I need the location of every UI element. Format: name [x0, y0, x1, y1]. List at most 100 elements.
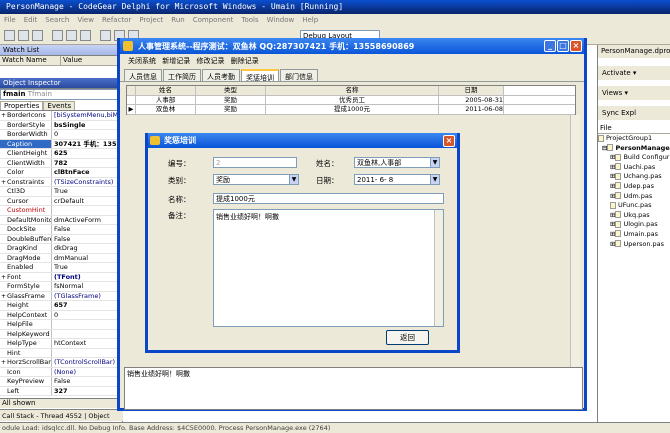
property-row[interactable]: FormStyle fsNormal: [0, 282, 122, 292]
open-project-icon[interactable]: [52, 30, 63, 41]
tree-file-item[interactable]: ⊞ Umain.pas: [610, 230, 670, 240]
property-row[interactable]: Cursor crDefault: [0, 196, 122, 206]
table-row[interactable]: ▶ 双鱼林 奖励 提成1000元 2011-06-08: [127, 105, 575, 115]
property-row[interactable]: CustomHint: [0, 206, 122, 216]
maximize-icon[interactable]: □: [557, 40, 569, 52]
property-row[interactable]: Constraints(TSizeConstraints): [0, 177, 122, 187]
tree-project-group[interactable]: ProjectGroup1: [598, 134, 670, 144]
tab-events[interactable]: Events: [43, 101, 76, 110]
tab-reward-training[interactable]: 奖惩培训: [241, 69, 279, 82]
menu-help[interactable]: Help: [298, 14, 322, 24]
close-icon[interactable]: ×: [570, 40, 582, 52]
property-value[interactable]: 327: [52, 387, 122, 396]
property-value[interactable]: 782: [52, 159, 122, 168]
dialog-close-icon[interactable]: ×: [443, 135, 455, 147]
property-value[interactable]: dkDrag: [52, 244, 122, 253]
component-selector[interactable]: fmain Tfmain: [0, 89, 122, 100]
property-value[interactable]: 625: [52, 149, 122, 158]
menu-add-record[interactable]: 新增记录: [162, 57, 190, 65]
property-value[interactable]: 0: [52, 311, 122, 320]
open-icon[interactable]: [18, 30, 29, 41]
property-value[interactable]: htContext: [52, 339, 122, 348]
menu-window[interactable]: Window: [263, 14, 299, 24]
property-value[interactable]: [52, 330, 122, 339]
property-row[interactable]: DragMode dmManual: [0, 253, 122, 263]
watch-name-column[interactable]: Watch Name: [0, 56, 61, 65]
property-row[interactable]: HorzScrollBar(TControlScrollBar): [0, 358, 122, 368]
property-value[interactable]: 307421 手机：1355: [52, 140, 122, 149]
property-value[interactable]: False: [52, 377, 122, 386]
minimize-icon[interactable]: _: [544, 40, 556, 52]
property-row[interactable]: KeyPreview False: [0, 377, 122, 387]
grid-header-date[interactable]: 日期: [439, 86, 504, 95]
property-row[interactable]: HelpType htContext: [0, 339, 122, 349]
property-value[interactable]: (None): [52, 368, 122, 377]
tree-file-item[interactable]: ⊞ Uperson.pas: [610, 240, 670, 250]
property-row[interactable]: DoubleBufferedFalse: [0, 234, 122, 244]
property-row[interactable]: Left 327: [0, 386, 122, 396]
run-icon[interactable]: [100, 30, 111, 41]
tab-department[interactable]: 部门信息: [280, 69, 318, 81]
chevron-down-icon[interactable]: ▼: [430, 158, 439, 167]
menu-close-system[interactable]: 关闭系统: [128, 57, 156, 65]
new-icon[interactable]: [4, 30, 15, 41]
menu-file[interactable]: File: [0, 14, 20, 24]
property-row[interactable]: DefaultMonitor dmActiveForm: [0, 215, 122, 225]
menu-search[interactable]: Search: [41, 14, 73, 24]
property-row[interactable]: BorderStyle bsSingle: [0, 120, 122, 130]
menu-run[interactable]: Run: [167, 14, 188, 24]
property-row[interactable]: Color clBtnFace: [0, 168, 122, 178]
vertical-scrollbar[interactable]: [570, 115, 580, 367]
tab-person-info[interactable]: 人员信息: [124, 69, 162, 81]
id-field[interactable]: 2: [213, 157, 297, 168]
add-file-icon[interactable]: [66, 30, 77, 41]
date-picker[interactable]: 2011- 6- 8 ▼: [354, 174, 440, 185]
property-value[interactable]: bsSingle: [52, 121, 122, 130]
property-row[interactable]: GlassFrame(TGlassFrame): [0, 291, 122, 301]
menu-delete-record[interactable]: 删除记录: [231, 57, 259, 65]
property-row[interactable]: Icon (None): [0, 367, 122, 377]
type-select[interactable]: 奖励 ▼: [213, 174, 299, 185]
tab-work-resume[interactable]: 工作简历: [163, 69, 201, 81]
property-row[interactable]: HelpFile: [0, 320, 122, 330]
property-value[interactable]: 657: [52, 301, 122, 310]
property-value[interactable]: (TSizeConstraints): [52, 178, 122, 187]
property-row[interactable]: Caption 307421 手机：1355: [0, 139, 122, 149]
property-row[interactable]: HelpKeyword: [0, 329, 122, 339]
watch-value-column[interactable]: Value: [61, 56, 122, 65]
callstack-tab[interactable]: Call Stack - Thread 4552 | Object: [0, 409, 123, 421]
property-value[interactable]: [52, 206, 122, 215]
tree-file-item[interactable]: ⊞ Uachi.pas: [610, 163, 670, 173]
activate-button[interactable]: Activate ▾: [598, 66, 670, 80]
grid-header-type[interactable]: 类型: [196, 86, 266, 95]
property-value[interactable]: False: [52, 235, 122, 244]
property-row[interactable]: BorderWidth 0: [0, 130, 122, 140]
property-row[interactable]: Enabled True: [0, 263, 122, 273]
title-field[interactable]: 提成1000元: [213, 193, 444, 204]
chevron-down-icon[interactable]: ▼: [430, 175, 439, 184]
menu-tools[interactable]: Tools: [237, 14, 262, 24]
property-row[interactable]: ClientWidth 782: [0, 158, 122, 168]
chevron-down-icon[interactable]: ▼: [289, 175, 298, 184]
tree-file-item[interactable]: ⊞ Ulogin.pas: [610, 220, 670, 230]
property-value[interactable]: [biSystemMenu,biMinim: [52, 111, 122, 120]
note-field[interactable]: 销售业绩好啊！啊撒: [213, 209, 444, 327]
menu-view[interactable]: View: [73, 14, 98, 24]
tree-file-item[interactable]: ⊞ Udep.pas: [610, 182, 670, 192]
property-row[interactable]: DragKind dkDrag: [0, 244, 122, 254]
object-tab[interactable]: Object: [88, 412, 109, 420]
property-value[interactable]: crDefault: [52, 197, 122, 206]
menu-edit-record[interactable]: 修改记录: [196, 57, 224, 65]
property-value[interactable]: [52, 349, 122, 358]
tree-file-item[interactable]: ⊞ Build Configur: [610, 153, 670, 163]
menu-component[interactable]: Component: [189, 14, 238, 24]
property-value[interactable]: (TGlassFrame): [52, 292, 122, 301]
menu-edit[interactable]: Edit: [20, 14, 42, 24]
remove-file-icon[interactable]: [80, 30, 91, 41]
project-tab[interactable]: PersonManage.dpro: [598, 45, 670, 58]
property-value[interactable]: dmManual: [52, 254, 122, 263]
tree-file-item[interactable]: ⊞ Uchang.pas: [610, 172, 670, 182]
tree-file-item[interactable]: UFunc.pas: [610, 201, 670, 211]
grid-header-name[interactable]: 姓名: [136, 86, 196, 95]
save-icon[interactable]: [32, 30, 43, 41]
